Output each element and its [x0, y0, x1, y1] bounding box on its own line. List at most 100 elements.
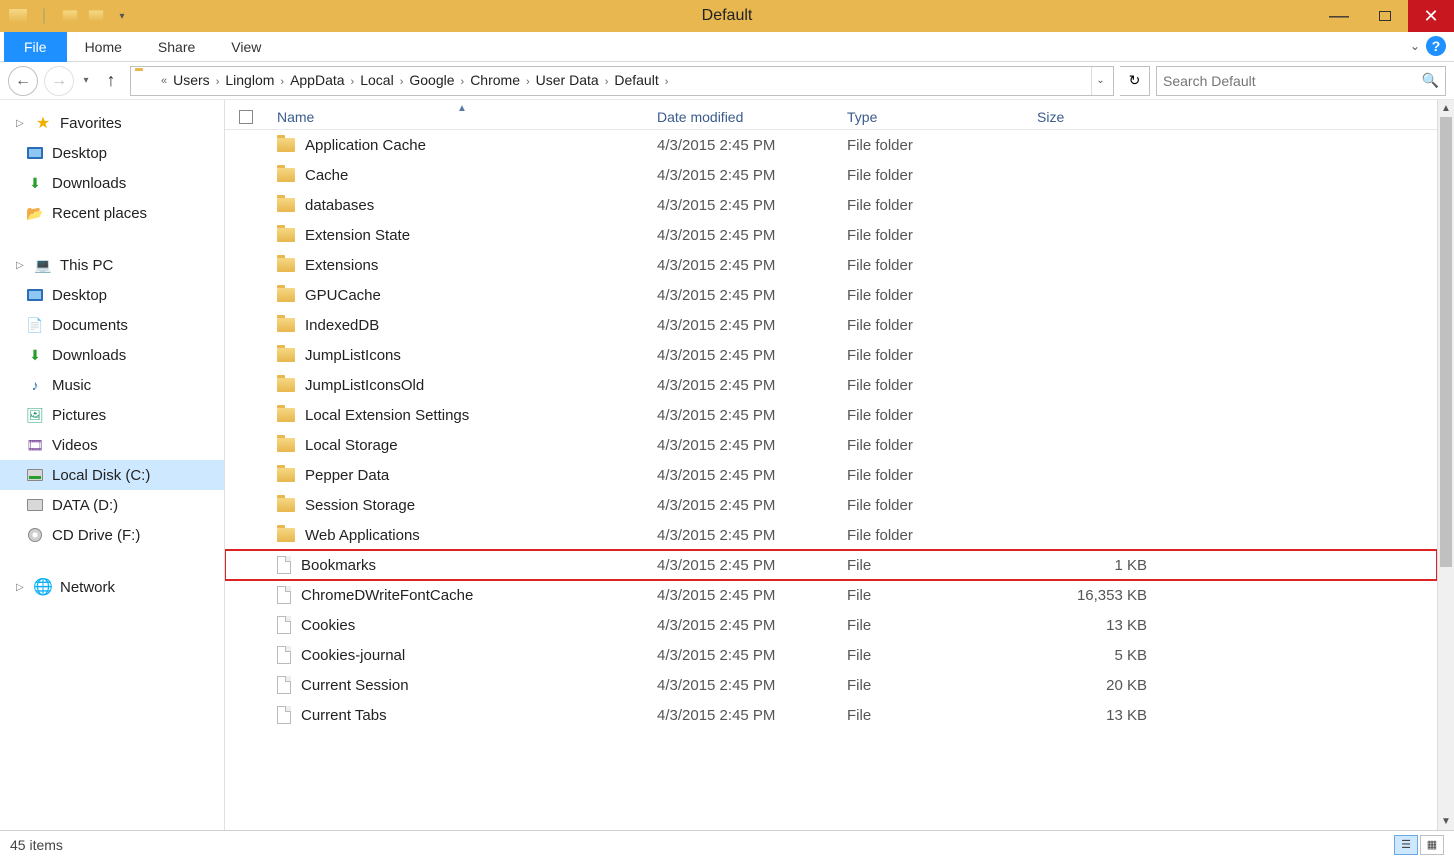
column-date[interactable]: Date modified: [657, 109, 847, 125]
file-name: GPUCache: [305, 287, 381, 304]
nav-favorites-header[interactable]: ▷ ★ Favorites: [0, 108, 224, 138]
chevron-right-icon[interactable]: ›: [520, 76, 536, 88]
scroll-thumb[interactable]: [1440, 117, 1452, 567]
file-row[interactable]: Session Storage4/3/2015 2:45 PMFile fold…: [225, 490, 1437, 520]
file-row[interactable]: Cookies-journal4/3/2015 2:45 PMFile5 KB: [225, 640, 1437, 670]
breadcrumb-item[interactable]: Chrome: [470, 72, 520, 88]
breadcrumb[interactable]: « Users›Linglom›AppData›Local›Google›Chr…: [130, 66, 1114, 96]
scroll-down-icon[interactable]: ▼: [1438, 813, 1454, 830]
file-row[interactable]: Local Storage4/3/2015 2:45 PMFile folder: [225, 430, 1437, 460]
search-input[interactable]: [1163, 73, 1416, 89]
chevron-right-icon[interactable]: ›: [345, 76, 361, 88]
file-row[interactable]: Cache4/3/2015 2:45 PMFile folder: [225, 160, 1437, 190]
file-row[interactable]: Cookies4/3/2015 2:45 PMFile13 KB: [225, 610, 1437, 640]
file-row[interactable]: Current Session4/3/2015 2:45 PMFile20 KB: [225, 670, 1437, 700]
nav-item[interactable]: Local Disk (C:): [0, 460, 224, 490]
chevron-right-icon[interactable]: ›: [659, 76, 675, 88]
nav-thispc-header[interactable]: ▷ 💻 This PC: [0, 250, 224, 280]
breadcrumb-item[interactable]: Google: [409, 72, 454, 88]
breadcrumb-item[interactable]: AppData: [290, 72, 344, 88]
file-row[interactable]: ChromeDWriteFontCache4/3/2015 2:45 PMFil…: [225, 580, 1437, 610]
file-row[interactable]: Application Cache4/3/2015 2:45 PMFile fo…: [225, 130, 1437, 160]
file-icon: [277, 616, 291, 634]
nav-item[interactable]: CD Drive (F:): [0, 520, 224, 550]
file-row[interactable]: Extensions4/3/2015 2:45 PMFile folder: [225, 250, 1437, 280]
file-row[interactable]: IndexedDB4/3/2015 2:45 PMFile folder: [225, 310, 1437, 340]
nav-recent-places[interactable]: 📂Recent places: [0, 198, 224, 228]
file-row[interactable]: Bookmarks4/3/2015 2:45 PMFile1 KB: [225, 550, 1437, 580]
chevron-right-icon[interactable]: ›: [274, 76, 290, 88]
nav-item[interactable]: ♪Music: [0, 370, 224, 400]
file-row[interactable]: Pepper Data4/3/2015 2:45 PMFile folder: [225, 460, 1437, 490]
history-dropdown-icon[interactable]: ▾: [80, 75, 92, 86]
scroll-up-icon[interactable]: ▲: [1438, 100, 1454, 117]
nav-item[interactable]: 🖼Pictures: [0, 400, 224, 430]
column-size[interactable]: Size: [1037, 109, 1157, 125]
nav-desktop[interactable]: Desktop: [0, 138, 224, 168]
tab-home[interactable]: Home: [67, 32, 140, 62]
file-row[interactable]: JumpListIcons4/3/2015 2:45 PMFile folder: [225, 340, 1437, 370]
file-row[interactable]: Current Tabs4/3/2015 2:45 PMFile13 KB: [225, 700, 1437, 730]
view-details-button[interactable]: ☰: [1394, 835, 1418, 855]
new-folder-icon[interactable]: [84, 4, 108, 28]
file-type: File folder: [847, 347, 1037, 364]
file-date: 4/3/2015 2:45 PM: [657, 617, 847, 634]
column-type[interactable]: Type: [847, 109, 1037, 125]
nav-network-header[interactable]: ▷ 🌐 Network: [0, 572, 224, 602]
file-type: File folder: [847, 137, 1037, 154]
maximize-button[interactable]: [1362, 0, 1408, 32]
refresh-button[interactable]: ↻: [1120, 66, 1150, 96]
file-icon: [277, 676, 291, 694]
folder-icon: [277, 468, 295, 482]
breadcrumb-overflow[interactable]: «: [155, 75, 173, 87]
properties-icon[interactable]: [58, 4, 82, 28]
chevron-right-icon[interactable]: ›: [210, 76, 226, 88]
column-name[interactable]: ▲Name: [267, 109, 657, 125]
chevron-right-icon[interactable]: ›: [455, 76, 471, 88]
breadcrumb-item[interactable]: Linglom: [225, 72, 274, 88]
breadcrumb-item[interactable]: Local: [360, 72, 393, 88]
tab-share[interactable]: Share: [140, 32, 213, 62]
file-icon: [277, 556, 291, 574]
search-box[interactable]: 🔍: [1156, 66, 1446, 96]
folder-icon: [277, 138, 295, 152]
ribbon-expand-icon[interactable]: ⌄: [1410, 39, 1420, 53]
file-type: File folder: [847, 497, 1037, 514]
breadcrumb-item[interactable]: User Data: [536, 72, 599, 88]
nav-item[interactable]: 🎞Videos: [0, 430, 224, 460]
breadcrumb-item[interactable]: Default: [614, 72, 658, 88]
scroll-track[interactable]: [1438, 567, 1454, 813]
scrollbar[interactable]: ▲ ▼: [1437, 100, 1454, 830]
tab-view[interactable]: View: [213, 32, 279, 62]
nav-item[interactable]: 📄Documents: [0, 310, 224, 340]
qat-dropdown-icon[interactable]: ▾: [110, 4, 134, 28]
select-all-checkbox[interactable]: [225, 110, 267, 124]
search-icon[interactable]: 🔍: [1422, 72, 1439, 89]
nav-item[interactable]: ⬇Downloads: [0, 340, 224, 370]
up-button[interactable]: ↑: [98, 68, 124, 94]
file-name: Current Session: [301, 677, 409, 694]
file-row[interactable]: JumpListIconsOld4/3/2015 2:45 PMFile fol…: [225, 370, 1437, 400]
file-list-pane: ▲Name Date modified Type Size Applicatio…: [225, 100, 1454, 830]
back-button[interactable]: ←: [8, 66, 38, 96]
chevron-right-icon[interactable]: ›: [599, 76, 615, 88]
file-row[interactable]: Local Extension Settings4/3/2015 2:45 PM…: [225, 400, 1437, 430]
minimize-button[interactable]: —: [1316, 0, 1362, 32]
nav-item[interactable]: DATA (D:): [0, 490, 224, 520]
breadcrumb-item[interactable]: Users: [173, 72, 210, 88]
nav-item[interactable]: Desktop: [0, 280, 224, 310]
view-icons-button[interactable]: ▦: [1420, 835, 1444, 855]
close-button[interactable]: ✕: [1408, 0, 1454, 32]
nav-downloads[interactable]: ⬇Downloads: [0, 168, 224, 198]
breadcrumb-dropdown-icon[interactable]: ⌄: [1091, 67, 1109, 95]
file-row[interactable]: databases4/3/2015 2:45 PMFile folder: [225, 190, 1437, 220]
chevron-right-icon[interactable]: ›: [394, 76, 410, 88]
window-controls: — ✕: [1316, 0, 1454, 32]
file-row[interactable]: GPUCache4/3/2015 2:45 PMFile folder: [225, 280, 1437, 310]
file-row[interactable]: Extension State4/3/2015 2:45 PMFile fold…: [225, 220, 1437, 250]
help-icon[interactable]: ?: [1426, 36, 1446, 56]
file-tab[interactable]: File: [4, 32, 67, 62]
folder-icon: [277, 168, 295, 182]
forward-button[interactable]: →: [44, 66, 74, 96]
file-row[interactable]: Web Applications4/3/2015 2:45 PMFile fol…: [225, 520, 1437, 550]
